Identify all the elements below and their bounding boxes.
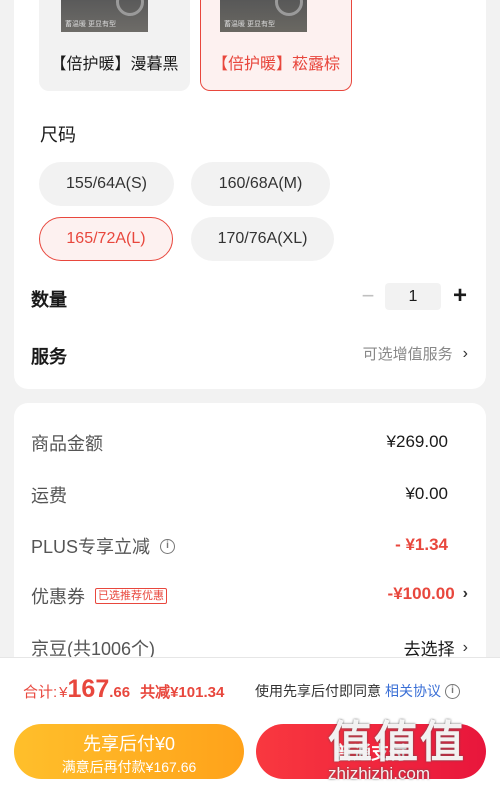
- color-option-label: 【倍护暖】漫暮黑: [50, 56, 179, 73]
- chevron-right-icon: ›: [462, 585, 468, 602]
- quantity-increment-button[interactable]: +: [449, 283, 471, 309]
- chevron-right-icon: ›: [462, 344, 468, 362]
- color-option-label: 【倍护暖】菘露棕: [211, 56, 340, 73]
- agreement-text: 使用先享后付即同意: [255, 683, 381, 699]
- total-line: 合计: ¥ 167 .66 共减¥101.34: [23, 675, 224, 704]
- coupon-label: 优惠券: [31, 587, 85, 607]
- pay-later-subtitle: 满意后再付款¥167.66: [61, 759, 197, 775]
- color-option-black[interactable]: 蓄温暖 更显有型 【倍护暖】漫暮黑: [39, 0, 190, 91]
- color-thumbnail: 蓄温暖 更显有型: [220, 0, 307, 32]
- size-section-title: 尺码: [40, 125, 76, 145]
- pay-later-title: 先享后付¥0: [82, 734, 176, 754]
- pay-later-button[interactable]: 先享后付¥0 满意后再付款¥167.66: [14, 724, 244, 779]
- service-select-link[interactable]: 可选增值服务 ›: [363, 343, 468, 364]
- thumbnail-caption: 蓄温暖 更显有型: [65, 21, 116, 28]
- goods-amount-value: ¥269.00: [386, 432, 448, 451]
- thumbnail-caption: 蓄温暖 更显有型: [224, 21, 275, 28]
- thumbnail-disc-icon: [116, 0, 144, 16]
- goods-amount-label: 商品金额: [31, 434, 103, 454]
- product-options-card: 蓄温暖 更显有型 【倍护暖】漫暮黑 蓄温暖 更显有型 【倍护暖】菘露棕 尺码 1…: [14, 0, 486, 389]
- coupon-row-label: 优惠券 已选推荐优惠: [31, 583, 167, 609]
- plus-discount-label: PLUS专享立减: [31, 537, 151, 557]
- plus-discount-value: - ¥1.34: [395, 535, 448, 554]
- size-option-s[interactable]: 155/64A(S): [39, 162, 174, 206]
- size-option-xl[interactable]: 170/76A(XL): [191, 217, 334, 261]
- info-icon[interactable]: i: [160, 538, 176, 554]
- quantity-label: 数量: [31, 290, 67, 310]
- total-saved: 共减¥101.34: [140, 684, 225, 701]
- quantity-decrement-button[interactable]: −: [357, 284, 379, 308]
- total-label: 合计:: [23, 684, 58, 701]
- info-icon[interactable]: i: [445, 683, 460, 699]
- shipping-value: ¥0.00: [405, 484, 448, 503]
- service-label: 服务: [31, 347, 67, 367]
- total-amount-integer: 167: [67, 675, 110, 703]
- plus-discount-row-label: PLUS专享立减 i: [31, 533, 176, 559]
- total-currency: ¥: [59, 684, 68, 701]
- quantity-input[interactable]: 1: [385, 283, 441, 310]
- shipping-label: 运费: [31, 486, 67, 506]
- color-thumbnail: 蓄温暖 更显有型: [61, 0, 148, 32]
- watermark-logo: 值值值: [328, 718, 466, 767]
- thumbnail-disc-icon: [275, 0, 303, 16]
- service-link-text: 可选增值服务: [362, 346, 453, 363]
- size-option-m[interactable]: 160/68A(M): [191, 162, 330, 206]
- chevron-right-icon: ›: [462, 638, 468, 656]
- coupon-recommend-tag: 已选推荐优惠: [95, 588, 167, 604]
- color-option-brown[interactable]: 蓄温暖 更显有型 【倍护暖】菘露棕: [200, 0, 352, 91]
- size-option-l[interactable]: 165/72A(L): [39, 217, 173, 261]
- total-amount-decimal: .66: [109, 684, 131, 701]
- site-watermark: 值值值 zhizhizhi.com: [328, 706, 488, 783]
- coupon-value: -¥100.00: [387, 584, 455, 603]
- agreement-link[interactable]: 相关协议: [385, 681, 441, 701]
- price-summary-card: 商品金额 ¥269.00 运费 ¥0.00 PLUS专享立减 i - ¥1.34…: [14, 403, 486, 673]
- coupon-select[interactable]: -¥100.00 ›: [388, 584, 468, 604]
- agreement-notice: 使用先享后付即同意 相关协议 i: [255, 681, 460, 701]
